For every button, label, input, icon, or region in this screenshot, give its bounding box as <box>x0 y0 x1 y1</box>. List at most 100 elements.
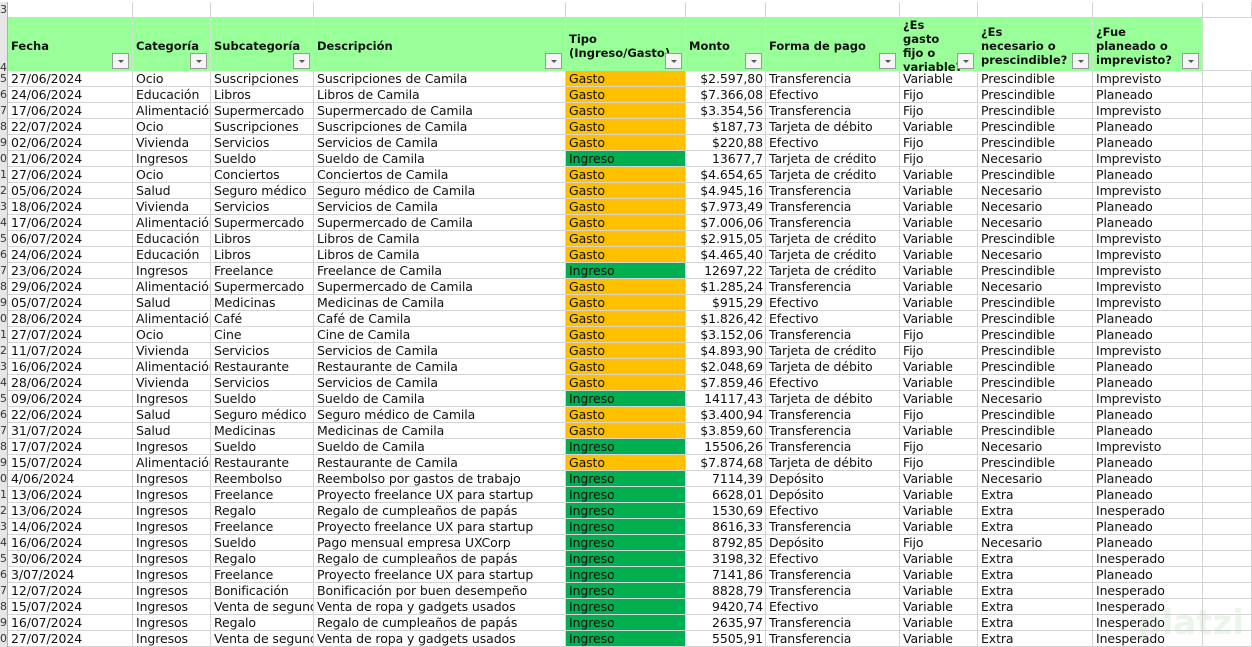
cell-categoria[interactable]: Ingresos <box>133 487 211 503</box>
cell-subcategoria[interactable]: Café <box>211 311 314 327</box>
cell-forma-pago[interactable]: Transferencia <box>766 407 900 423</box>
cell-descripcion[interactable]: Cine de Camila <box>314 327 566 343</box>
cell-necesario-prescindible[interactable]: Necesario <box>978 535 1093 551</box>
cell-categoria[interactable]: Vivienda <box>133 199 211 215</box>
row-number[interactable]: 23 <box>0 359 8 375</box>
cell-monto[interactable]: 3198,32 <box>686 551 766 567</box>
cell-necesario-prescindible[interactable]: Extra <box>978 631 1093 647</box>
cell-monto[interactable]: $915,29 <box>686 295 766 311</box>
cell-forma-pago[interactable]: Tarjeta de débito <box>766 391 900 407</box>
cell-descripcion[interactable]: Supermercado de Camila <box>314 279 566 295</box>
cell-monto[interactable]: $7.859,46 <box>686 375 766 391</box>
cell-subcategoria[interactable]: Reembolso <box>211 471 314 487</box>
row-number[interactable]: 31 <box>0 487 8 503</box>
cell-necesario-prescindible[interactable]: Prescindible <box>978 119 1093 135</box>
cell-necesario-prescindible[interactable]: Extra <box>978 615 1093 631</box>
cell-categoria[interactable]: Ingresos <box>133 391 211 407</box>
cell-necesario-prescindible[interactable]: Necesario <box>978 151 1093 167</box>
cell[interactable] <box>1203 87 1252 103</box>
row-number[interactable]: 12 <box>0 183 8 199</box>
cell-tipo[interactable]: Gasto <box>566 375 686 391</box>
cell-monto[interactable]: $7.874,68 <box>686 455 766 471</box>
cell-tipo[interactable]: Ingreso <box>566 631 686 647</box>
cell-forma-pago[interactable]: Efectivo <box>766 503 900 519</box>
cell-descripcion[interactable]: Restaurante de Camila <box>314 359 566 375</box>
cell-monto[interactable]: $7.366,08 <box>686 87 766 103</box>
cell-categoria[interactable]: Educación <box>133 87 211 103</box>
cell-descripcion[interactable]: Sueldo de Camila <box>314 439 566 455</box>
cell-fecha[interactable]: 16/06/2024 <box>8 535 133 551</box>
cell-subcategoria[interactable]: Restaurante <box>211 359 314 375</box>
cell-planeado-imprevisto[interactable]: Planeado <box>1093 567 1203 583</box>
cell-planeado-imprevisto[interactable]: Planeado <box>1093 423 1203 439</box>
cell-necesario-prescindible[interactable]: Extra <box>978 599 1093 615</box>
cell-categoria[interactable]: Ingresos <box>133 631 211 647</box>
cell-fijo-variable[interactable]: Variable <box>900 183 978 199</box>
cell-necesario-prescindible[interactable]: Prescindible <box>978 343 1093 359</box>
cell[interactable] <box>1203 391 1252 407</box>
cell[interactable] <box>211 2 314 18</box>
cell-fijo-variable[interactable]: Variable <box>900 295 978 311</box>
cell-subcategoria[interactable]: Medicinas <box>211 423 314 439</box>
cell-descripcion[interactable]: Medicinas de Camila <box>314 295 566 311</box>
cell-forma-pago[interactable]: Transferencia <box>766 519 900 535</box>
row-number[interactable]: 26 <box>0 407 8 423</box>
cell[interactable] <box>1203 167 1252 183</box>
row-number[interactable]: 10 <box>0 151 8 167</box>
filter-dropdown-icon[interactable] <box>112 53 129 69</box>
cell-monto[interactable]: $2.915,05 <box>686 231 766 247</box>
cell-fecha[interactable]: 13/06/2024 <box>8 487 133 503</box>
cell-categoria[interactable]: Ocio <box>133 167 211 183</box>
cell[interactable] <box>1203 263 1252 279</box>
cell-subcategoria[interactable]: Suscripciones <box>211 119 314 135</box>
filter-dropdown-icon[interactable] <box>745 53 762 69</box>
cell-planeado-imprevisto[interactable]: Inesperado <box>1093 503 1203 519</box>
cell-necesario-prescindible[interactable]: Necesario <box>978 279 1093 295</box>
cell[interactable] <box>1203 423 1252 439</box>
cell-necesario-prescindible[interactable]: Necesario <box>978 199 1093 215</box>
cell-planeado-imprevisto[interactable]: Planeado <box>1093 375 1203 391</box>
cell-forma-pago[interactable]: Transferencia <box>766 183 900 199</box>
cell-forma-pago[interactable]: Depósito <box>766 471 900 487</box>
cell-categoria[interactable]: Ingresos <box>133 567 211 583</box>
cell-fijo-variable[interactable]: Variable <box>900 359 978 375</box>
cell-fecha[interactable]: 09/06/2024 <box>8 391 133 407</box>
cell[interactable] <box>1203 71 1252 87</box>
cell-categoria[interactable]: Ingresos <box>133 503 211 519</box>
cell[interactable] <box>1203 375 1252 391</box>
cell-subcategoria[interactable]: Freelance <box>211 263 314 279</box>
cell-tipo[interactable]: Ingreso <box>566 151 686 167</box>
filter-dropdown-icon[interactable] <box>293 53 310 69</box>
cell-subcategoria[interactable]: Seguro médico <box>211 183 314 199</box>
cell-planeado-imprevisto[interactable]: Imprevisto <box>1093 343 1203 359</box>
cell-tipo[interactable]: Gasto <box>566 119 686 135</box>
cell-subcategoria[interactable]: Sueldo <box>211 391 314 407</box>
row-number[interactable]: 36 <box>0 567 8 583</box>
cell-tipo[interactable]: Gasto <box>566 423 686 439</box>
cell[interactable] <box>900 2 978 18</box>
cell-forma-pago[interactable]: Transferencia <box>766 583 900 599</box>
cell-fecha[interactable]: 3/07/2024 <box>8 567 133 583</box>
cell-fijo-variable[interactable]: Variable <box>900 215 978 231</box>
cell-subcategoria[interactable]: Venta de segunda mano <box>211 631 314 647</box>
cell-tipo[interactable]: Ingreso <box>566 583 686 599</box>
cell-planeado-imprevisto[interactable]: Planeado <box>1093 407 1203 423</box>
row-number[interactable]: 17 <box>0 263 8 279</box>
cell-monto[interactable]: 15506,26 <box>686 439 766 455</box>
cell-subcategoria[interactable]: Libros <box>211 247 314 263</box>
cell-categoria[interactable]: Salud <box>133 295 211 311</box>
cell-subcategoria[interactable]: Regalo <box>211 615 314 631</box>
cell-necesario-prescindible[interactable]: Prescindible <box>978 103 1093 119</box>
cell-tipo[interactable]: Gasto <box>566 343 686 359</box>
cell-necesario-prescindible[interactable]: Prescindible <box>978 87 1093 103</box>
cell-planeado-imprevisto[interactable]: Planeado <box>1093 471 1203 487</box>
cell-fecha[interactable]: 05/06/2024 <box>8 183 133 199</box>
cell-monto[interactable]: $7.973,49 <box>686 199 766 215</box>
row-number[interactable]: 13 <box>0 199 8 215</box>
cell-categoria[interactable]: Vivienda <box>133 135 211 151</box>
cell-descripcion[interactable]: Conciertos de Camila <box>314 167 566 183</box>
cell[interactable] <box>1203 583 1252 599</box>
cell-forma-pago[interactable]: Efectivo <box>766 87 900 103</box>
cell-fecha[interactable]: 22/07/2024 <box>8 119 133 135</box>
cell-descripcion[interactable]: Venta de ropa y gadgets usados <box>314 599 566 615</box>
